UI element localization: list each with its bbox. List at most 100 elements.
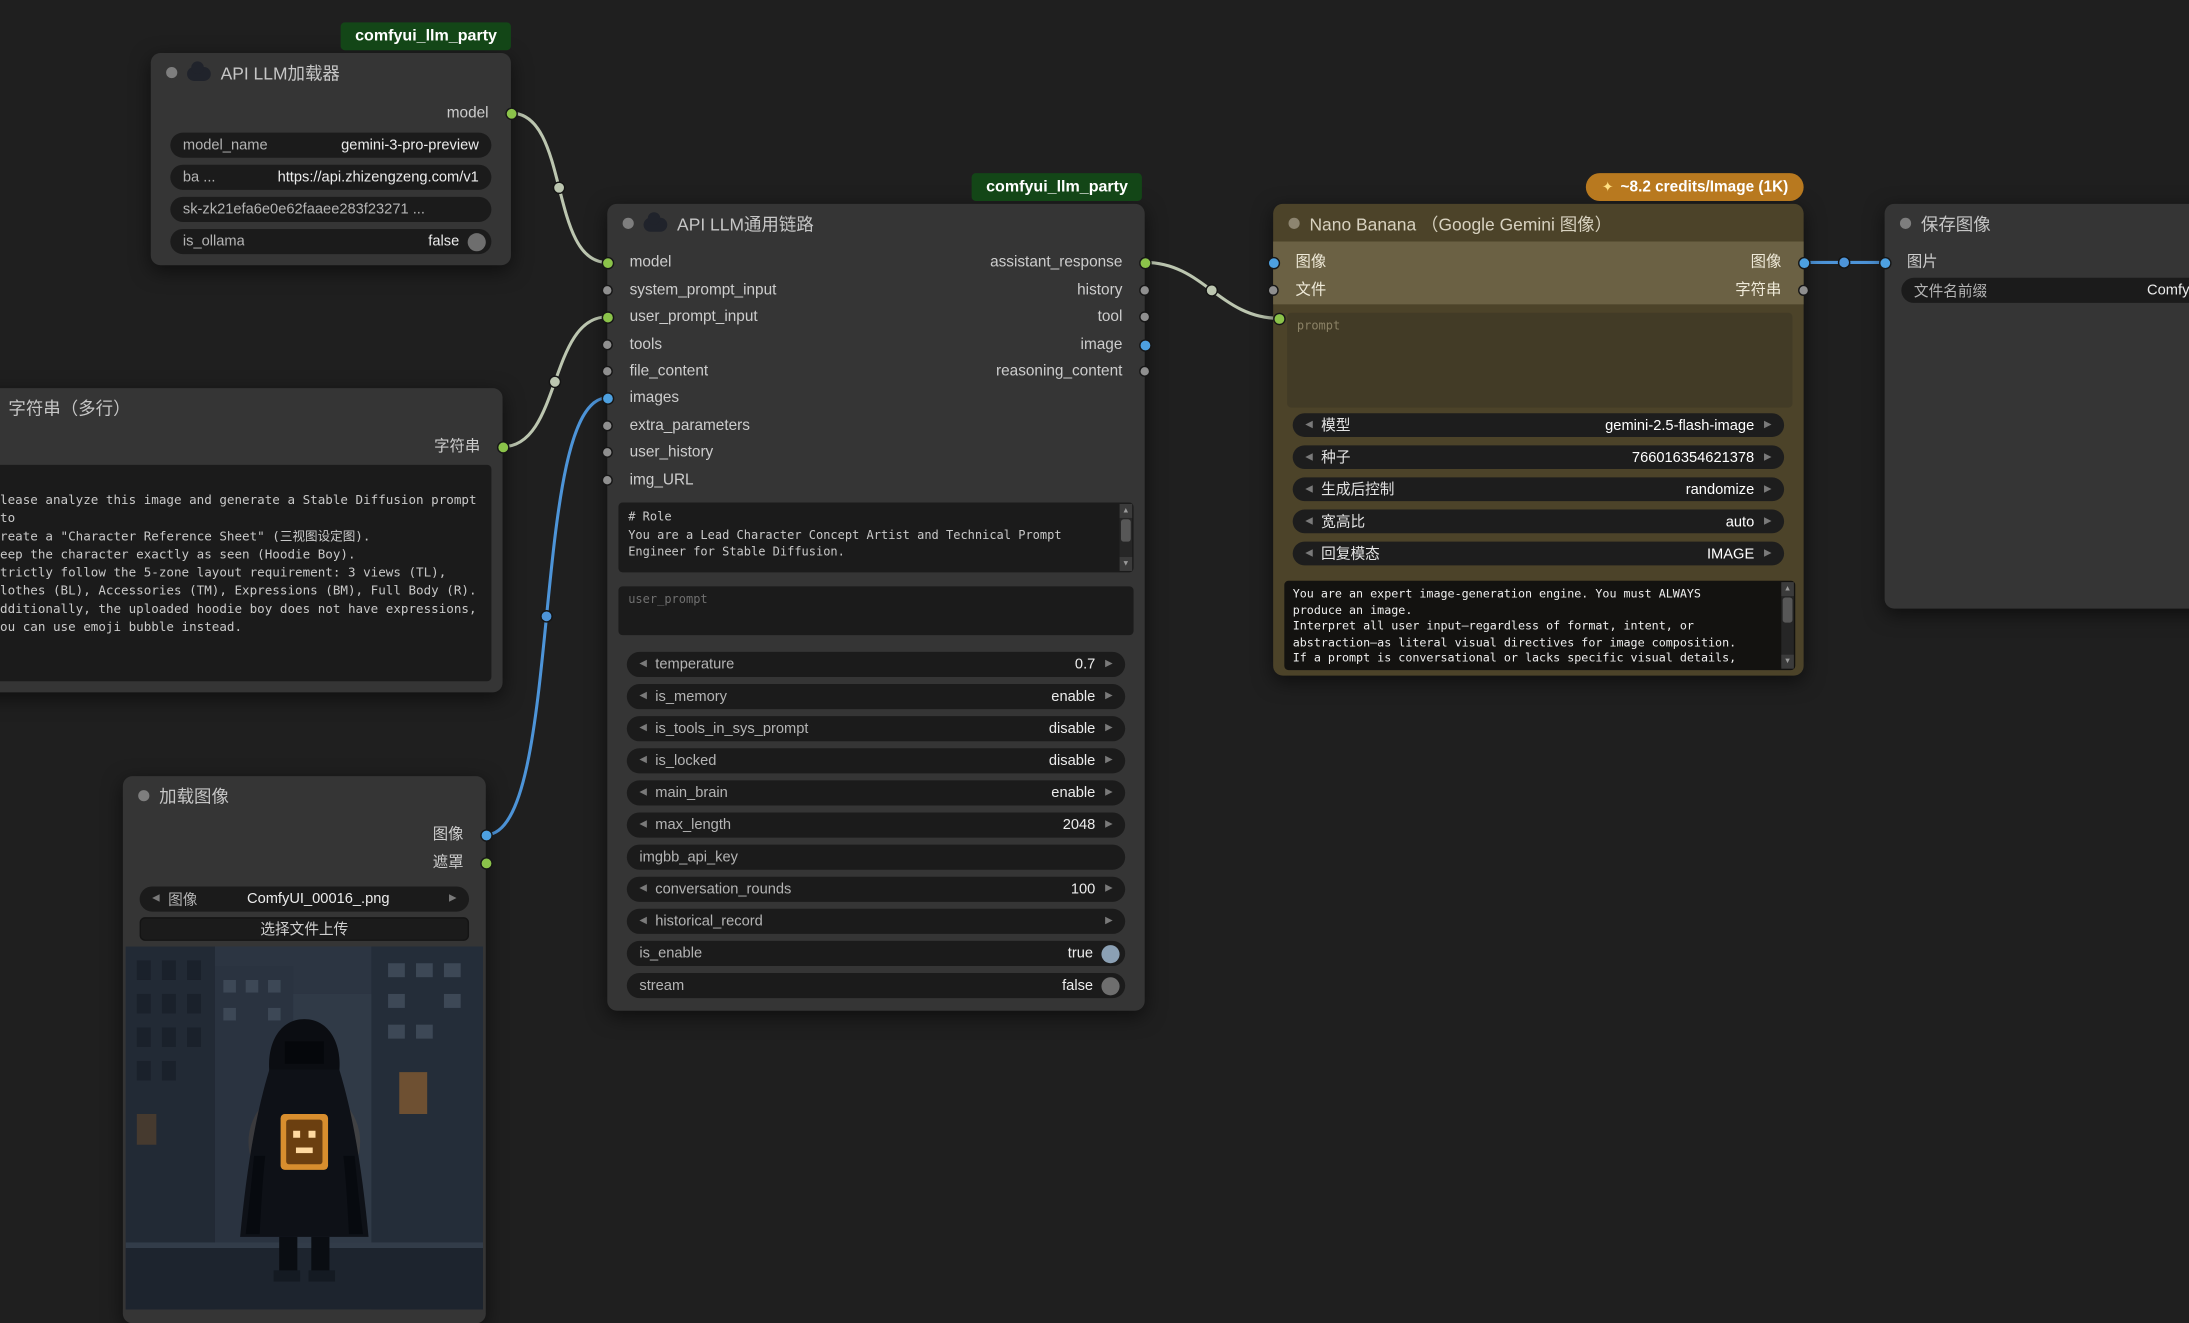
input-port-tools[interactable] [602, 339, 613, 350]
arrow-left-icon[interactable]: ◀ [639, 652, 647, 677]
output-port-model[interactable] [505, 107, 518, 120]
arrow-right-icon[interactable]: ▶ [1764, 413, 1772, 438]
output-port-image[interactable] [480, 829, 493, 842]
output-port-mask[interactable] [480, 856, 493, 869]
node-nano-banana[interactable]: Nano Banana （Google Gemini 图像） 图像 文件 图像 … [1273, 204, 1803, 676]
arrow-right-icon[interactable]: ▶ [1105, 652, 1113, 677]
node-string-multiline[interactable]: 字符串（多行） 字符串 lease analyze this image and… [0, 388, 503, 692]
control-after-generate-widget[interactable]: ◀ 生成后控制 randomize ▶ [1293, 477, 1784, 501]
output-port-image[interactable] [1138, 339, 1151, 352]
upload-file-button[interactable]: 选择文件上传 [140, 917, 469, 941]
collapse-dot-icon[interactable] [1900, 217, 1911, 228]
arrow-right-icon[interactable]: ▶ [1764, 445, 1772, 470]
arrow-left-icon[interactable]: ◀ [1305, 445, 1313, 470]
scroll-up-icon[interactable]: ▲ [1120, 504, 1133, 518]
stream-widget[interactable]: stream false [627, 973, 1125, 998]
scrollbar[interactable]: ▲ ▼ [1120, 504, 1133, 571]
aspect-ratio-widget[interactable]: ◀ 宽高比 auto ▶ [1293, 510, 1784, 534]
node-title-bar[interactable]: 保存图像 [1885, 204, 2189, 242]
is-tools-in-sys-prompt-widget[interactable]: ◀ is_tools_in_sys_prompt disable ▶ [627, 716, 1125, 741]
arrow-right-icon[interactable]: ▶ [1105, 684, 1113, 709]
arrow-left-icon[interactable]: ◀ [639, 909, 647, 934]
output-port-image[interactable] [1797, 256, 1810, 269]
arrow-left-icon[interactable]: ◀ [639, 812, 647, 837]
prompt-textarea[interactable]: prompt [1287, 313, 1792, 408]
input-port-file-content[interactable] [602, 366, 613, 377]
input-port-user-history[interactable] [602, 447, 613, 458]
arrow-left-icon[interactable]: ◀ [639, 716, 647, 741]
user-prompt-textarea[interactable]: user_prompt [618, 586, 1133, 635]
response-modality-widget[interactable]: ◀ 回复模态 IMAGE ▶ [1293, 542, 1784, 566]
input-port-image[interactable] [1878, 256, 1891, 269]
collapse-dot-icon[interactable] [1289, 217, 1300, 228]
seed-widget[interactable]: ◀ 种子 766016354621378 ▶ [1293, 445, 1784, 469]
toggle-knob[interactable] [468, 232, 486, 250]
output-port-tool[interactable] [1139, 311, 1150, 322]
output-port-history[interactable] [1139, 285, 1150, 296]
node-title-bar[interactable]: 加载图像 [123, 776, 486, 814]
image-select-widget[interactable]: ◀ 图像 ComfyUI_00016_.png ▶ [140, 886, 469, 911]
scroll-down-icon[interactable]: ▼ [1781, 655, 1794, 669]
arrow-left-icon[interactable]: ◀ [152, 886, 160, 911]
toggle-knob[interactable] [1101, 977, 1119, 995]
scroll-down-icon[interactable]: ▼ [1120, 557, 1133, 571]
node-title-bar[interactable]: API LLM通用链路 [607, 204, 1144, 242]
arrow-left-icon[interactable]: ◀ [1305, 477, 1313, 502]
input-port-img-url[interactable] [602, 475, 613, 486]
arrow-left-icon[interactable]: ◀ [1305, 541, 1313, 566]
node-graph-canvas[interactable]: comfyui_llm_party comfyui_llm_party ✦ ~8… [0, 0, 2189, 1175]
string-textarea[interactable]: lease analyze this image and generate a … [0, 465, 491, 681]
historical-record-widget[interactable]: ◀ historical_record ▶ [627, 909, 1125, 934]
input-port-extra-parameters[interactable] [602, 420, 613, 431]
is-memory-widget[interactable]: ◀ is_memory enable ▶ [627, 684, 1125, 709]
arrow-left-icon[interactable]: ◀ [639, 877, 647, 902]
system-prompt-textarea[interactable]: # Role You are a Lead Character Concept … [618, 503, 1133, 573]
arrow-right-icon[interactable]: ▶ [1105, 716, 1113, 741]
api-key-widget[interactable]: sk-zk21efa6e0e62faaee283f23271 ... [170, 197, 491, 222]
output-port-string[interactable] [1798, 285, 1809, 296]
arrow-right-icon[interactable]: ▶ [1764, 509, 1772, 534]
collapse-dot-icon[interactable] [166, 66, 177, 77]
arrow-left-icon[interactable]: ◀ [639, 748, 647, 773]
max-length-widget[interactable]: ◀ max_length 2048 ▶ [627, 812, 1125, 837]
input-port-model[interactable] [601, 256, 614, 269]
is-ollama-widget[interactable]: is_ollama false [170, 229, 491, 254]
model-widget[interactable]: ◀ 模型 gemini-2.5-flash-image ▶ [1293, 413, 1784, 437]
arrow-right-icon[interactable]: ▶ [1764, 541, 1772, 566]
toggle-knob[interactable] [1101, 944, 1119, 962]
collapse-dot-icon[interactable] [138, 789, 149, 800]
arrow-left-icon[interactable]: ◀ [639, 684, 647, 709]
input-port-file[interactable] [1268, 285, 1279, 296]
input-port-system-prompt[interactable] [602, 285, 613, 296]
input-port-images[interactable] [601, 392, 614, 405]
node-save-image[interactable]: 保存图像 图片 文件名前缀 Comfy [1885, 204, 2189, 609]
arrow-right-icon[interactable]: ▶ [1105, 812, 1113, 837]
system-text-textarea[interactable]: You are an expert image-generation engin… [1284, 581, 1795, 670]
arrow-right-icon[interactable]: ▶ [449, 886, 457, 911]
node-api-llm-chain[interactable]: API LLM通用链路 model system_prompt_input us… [607, 204, 1144, 1011]
output-port-assistant-response[interactable] [1138, 256, 1151, 269]
output-port-string[interactable] [496, 440, 509, 453]
temperature-widget[interactable]: ◀ temperature 0.7 ▶ [627, 652, 1125, 677]
is-locked-widget[interactable]: ◀ is_locked disable ▶ [627, 748, 1125, 773]
base-url-widget[interactable]: ba ... https://api.zhizengzeng.com/v1 [170, 165, 491, 190]
input-port-prompt[interactable] [1272, 312, 1285, 325]
model-name-widget[interactable]: model_name gemini-3-pro-preview [170, 133, 491, 158]
arrow-right-icon[interactable]: ▶ [1105, 780, 1113, 805]
output-port-reasoning-content[interactable] [1139, 366, 1150, 377]
input-port-image[interactable] [1267, 256, 1280, 269]
input-port-user-prompt[interactable] [601, 311, 614, 324]
collapse-dot-icon[interactable] [623, 217, 634, 228]
arrow-right-icon[interactable]: ▶ [1105, 877, 1113, 902]
arrow-left-icon[interactable]: ◀ [1305, 509, 1313, 534]
arrow-left-icon[interactable]: ◀ [1305, 413, 1313, 438]
scrollbar[interactable]: ▲ ▼ [1781, 582, 1794, 669]
scroll-thumb[interactable] [1783, 597, 1793, 622]
node-title-bar[interactable]: Nano Banana （Google Gemini 图像） [1273, 204, 1803, 242]
conversation-rounds-widget[interactable]: ◀ conversation_rounds 100 ▶ [627, 877, 1125, 902]
scroll-thumb[interactable] [1121, 519, 1131, 541]
node-api-llm-loader[interactable]: API LLM加载器 model model_name gemini-3-pro… [151, 53, 511, 265]
node-title-bar[interactable]: 字符串（多行） [0, 388, 503, 426]
node-title-bar[interactable]: API LLM加载器 [151, 53, 511, 91]
node-load-image[interactable]: 加载图像 图像 遮罩 ◀ 图像 ComfyUI_00016_.png ▶ 选择文… [123, 776, 486, 1323]
